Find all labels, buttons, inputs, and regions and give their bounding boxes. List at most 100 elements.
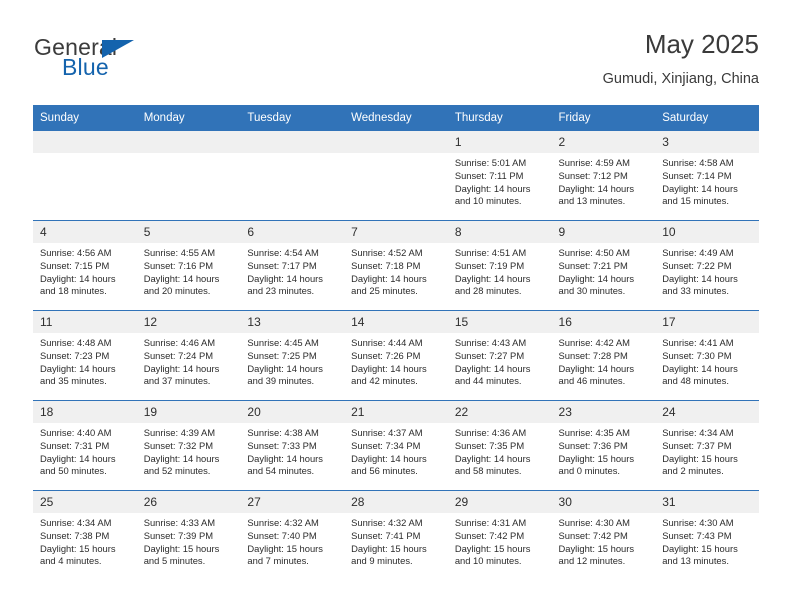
- calendar-day-cell[interactable]: 7 Sunrise: 4:52 AM Sunset: 7:18 PM Daylight…: [344, 220, 448, 311]
- day-detail-line: and 5 minutes.: [143, 555, 206, 567]
- day-number: 29: [447, 491, 552, 513]
- calendar-day-cell[interactable]: 21 Sunrise: 4:37 AM Sunset: 7:34 PM Dayligh…: [344, 400, 448, 491]
- calendar-day-cell[interactable]: 10 Sunrise: 4:49 AM Sunset: 7:22 PM Dayligh…: [655, 220, 759, 311]
- day-details: Sunrise: 4:30 AM Sunset: 7:43 PM Daylight:…: [655, 513, 759, 568]
- day-number: 9: [551, 221, 656, 243]
- calendar-day-cell[interactable]: 1 Sunrise: 5:01 AM Sunset: 7:11 PM Daylight…: [447, 131, 552, 221]
- day-detail-line: Sunset: 7:22 PM: [662, 259, 732, 271]
- day-detail-line: Sunrise: 4:43 AM: [454, 337, 527, 348]
- day-detail-line: Sunrise: 4:55 AM: [143, 247, 216, 258]
- calendar-day-cell[interactable]: 5 Sunrise: 4:55 AM Sunset: 7:16 PM Daylight…: [136, 220, 241, 311]
- calendar-day-cell[interactable]: 6 Sunrise: 4:54 AM Sunset: 7:17 PM Daylight…: [240, 220, 345, 311]
- day-detail-line: Daylight: 14 hours: [40, 362, 116, 374]
- calendar-day-cell[interactable]: 14 Sunrise: 4:44 AM Sunset: 7:26 PM Dayligh…: [344, 310, 448, 401]
- day-details: Sunrise: 4:35 AM Sunset: 7:36 PM Daylight:…: [552, 423, 656, 478]
- calendar-day-cell[interactable]: 18 Sunrise: 4:40 AM Sunset: 7:31 PM Dayligh…: [33, 400, 137, 491]
- day-number: 4: [33, 221, 137, 243]
- day-detail-line: Sunset: 7:26 PM: [351, 349, 421, 361]
- day-detail-line: Sunrise: 4:49 AM: [662, 247, 734, 258]
- day-number: 27: [240, 491, 345, 513]
- day-number: 22: [447, 401, 552, 423]
- day-detail-line: Daylight: 15 hours: [558, 542, 635, 554]
- day-number: 12: [136, 311, 241, 333]
- day-detail-line: and 10 minutes.: [454, 555, 522, 567]
- calendar-day-cell[interactable]: 20 Sunrise: 4:38 AM Sunset: 7:33 PM Dayligh…: [240, 400, 345, 491]
- day-detail-line: and 10 minutes.: [454, 195, 522, 207]
- calendar-day-cell[interactable]: 11 Sunrise: 4:48 AM Sunset: 7:23 PM Dayligh…: [33, 310, 137, 401]
- day-details: Sunrise: 4:51 AM Sunset: 7:19 PM Daylight:…: [448, 243, 552, 298]
- calendar-day-cell[interactable]: 2 Sunrise: 4:59 AM Sunset: 7:12 PM Daylight…: [551, 131, 656, 221]
- day-number: 2: [551, 131, 656, 153]
- calendar-day-cell[interactable]: 29 Sunrise: 4:31 AM Sunset: 7:42 PM Dayligh…: [447, 490, 552, 580]
- calendar-day-cell[interactable]: 9 Sunrise: 4:50 AM Sunset: 7:21 PM Daylight…: [551, 220, 656, 311]
- day-detail-line: and 37 minutes.: [143, 375, 211, 387]
- calendar-day-cell[interactable]: 12 Sunrise: 4:46 AM Sunset: 7:24 PM Dayligh…: [136, 310, 241, 401]
- day-number: 13: [240, 311, 345, 333]
- day-number: 23: [551, 401, 656, 423]
- day-detail-line: and 2 minutes.: [662, 465, 724, 477]
- calendar-day-cell[interactable]: 13 Sunrise: 4:45 AM Sunset: 7:25 PM Dayligh…: [240, 310, 345, 401]
- calendar-day-cell[interactable]: 25 Sunrise: 4:34 AM Sunset: 7:38 PM Dayligh…: [33, 490, 137, 580]
- day-details: Sunrise: 4:45 AM Sunset: 7:25 PM Daylight:…: [240, 333, 344, 388]
- day-detail-line: Daylight: 14 hours: [454, 182, 531, 194]
- day-detail-line: Daylight: 14 hours: [247, 362, 323, 374]
- calendar-day-cell[interactable]: 19 Sunrise: 4:39 AM Sunset: 7:32 PM Dayligh…: [136, 400, 241, 491]
- calendar-day-cell[interactable]: 8 Sunrise: 4:51 AM Sunset: 7:19 PM Daylight…: [447, 220, 552, 311]
- day-number: 30: [551, 491, 656, 513]
- day-detail-line: Sunset: 7:24 PM: [143, 349, 214, 361]
- day-number: 10: [655, 221, 759, 243]
- calendar-day-cell[interactable]: 17 Sunrise: 4:41 AM Sunset: 7:30 PM Dayligh…: [655, 310, 759, 401]
- calendar-day-cell[interactable]: 31 Sunrise: 4:30 AM Sunset: 7:43 PM Dayligh…: [655, 490, 759, 580]
- calendar-day-cell[interactable]: 22 Sunrise: 4:36 AM Sunset: 7:35 PM Dayligh…: [447, 400, 552, 491]
- day-detail-line: and 35 minutes.: [40, 375, 107, 387]
- calendar-day-cell[interactable]: 27 Sunrise: 4:32 AM Sunset: 7:40 PM Dayligh…: [240, 490, 345, 580]
- calendar-day-cell[interactable]: 4 Sunrise: 4:56 AM Sunset: 7:15 PM Daylight…: [33, 220, 137, 311]
- day-detail-line: Sunrise: 4:34 AM: [40, 517, 112, 528]
- calendar-day-cell[interactable]: 3 Sunrise: 4:58 AM Sunset: 7:14 PM Daylight…: [655, 131, 759, 221]
- weekday-header-row: Sunday Monday Tuesday Wednesday Thursday…: [33, 105, 759, 131]
- day-detail-line: and 52 minutes.: [143, 465, 211, 477]
- day-detail-line: and 12 minutes.: [558, 555, 626, 567]
- day-detail-line: Sunrise: 4:45 AM: [247, 337, 319, 348]
- day-details: Sunrise: 4:50 AM Sunset: 7:21 PM Daylight:…: [552, 243, 656, 298]
- day-detail-line: Sunrise: 4:31 AM: [454, 517, 527, 528]
- calendar-day-cell[interactable]: 16 Sunrise: 4:42 AM Sunset: 7:28 PM Dayligh…: [551, 310, 656, 401]
- calendar-day-cell[interactable]: 24 Sunrise: 4:34 AM Sunset: 7:37 PM Dayligh…: [655, 400, 759, 491]
- day-details: Sunrise: 4:55 AM Sunset: 7:16 PM Daylight:…: [137, 243, 241, 298]
- day-number: 25: [33, 491, 137, 513]
- day-detail-line: Sunrise: 4:30 AM: [662, 517, 734, 528]
- day-number: 14: [344, 311, 448, 333]
- calendar-day-cell[interactable]: 28 Sunrise: 4:32 AM Sunset: 7:41 PM Dayligh…: [344, 490, 448, 580]
- day-detail-line: Sunset: 7:15 PM: [40, 259, 110, 271]
- calendar-day-cell[interactable]: 15 Sunrise: 4:43 AM Sunset: 7:27 PM Dayligh…: [447, 310, 552, 401]
- day-detail-line: Daylight: 14 hours: [143, 272, 220, 284]
- day-detail-line: Sunrise: 4:39 AM: [143, 427, 216, 438]
- day-detail-line: Sunrise: 4:30 AM: [558, 517, 630, 528]
- day-details: Sunrise: 4:40 AM Sunset: 7:31 PM Daylight:…: [33, 423, 137, 478]
- day-detail-line: and 25 minutes.: [351, 285, 418, 297]
- day-detail-line: Sunrise: 4:42 AM: [558, 337, 630, 348]
- day-detail-line: Daylight: 14 hours: [662, 272, 738, 284]
- calendar-day-cell[interactable]: 23 Sunrise: 4:35 AM Sunset: 7:36 PM Dayligh…: [551, 400, 656, 491]
- day-detail-line: Sunrise: 4:37 AM: [351, 427, 423, 438]
- day-detail-line: Daylight: 15 hours: [143, 542, 220, 554]
- day-detail-line: and 15 minutes.: [662, 195, 729, 207]
- calendar-day-cell[interactable]: 30 Sunrise: 4:30 AM Sunset: 7:42 PM Dayligh…: [551, 490, 656, 580]
- day-number: [136, 131, 241, 153]
- calendar-day-cell[interactable]: 26 Sunrise: 4:33 AM Sunset: 7:39 PM Dayligh…: [136, 490, 241, 580]
- day-detail-line: Daylight: 14 hours: [454, 272, 531, 284]
- day-detail-line: and 54 minutes.: [247, 465, 315, 477]
- brand-logo[interactable]: General Blue: [33, 34, 273, 90]
- day-number: 31: [655, 491, 759, 513]
- day-detail-line: Daylight: 14 hours: [351, 272, 427, 284]
- day-number: 11: [33, 311, 137, 333]
- day-detail-line: Sunset: 7:31 PM: [40, 439, 110, 451]
- calendar-body: 1 Sunrise: 5:01 AM Sunset: 7:11 PM Daylight…: [33, 131, 759, 580]
- day-detail-line: Daylight: 14 hours: [558, 182, 635, 194]
- day-detail-line: Sunset: 7:32 PM: [143, 439, 214, 451]
- day-details: Sunrise: 4:31 AM Sunset: 7:42 PM Daylight:…: [448, 513, 552, 568]
- day-detail-line: Sunrise: 4:54 AM: [247, 247, 319, 258]
- day-details: Sunrise: 4:34 AM Sunset: 7:38 PM Daylight:…: [33, 513, 137, 568]
- day-detail-line: Sunset: 7:18 PM: [351, 259, 421, 271]
- day-number: 18: [33, 401, 137, 423]
